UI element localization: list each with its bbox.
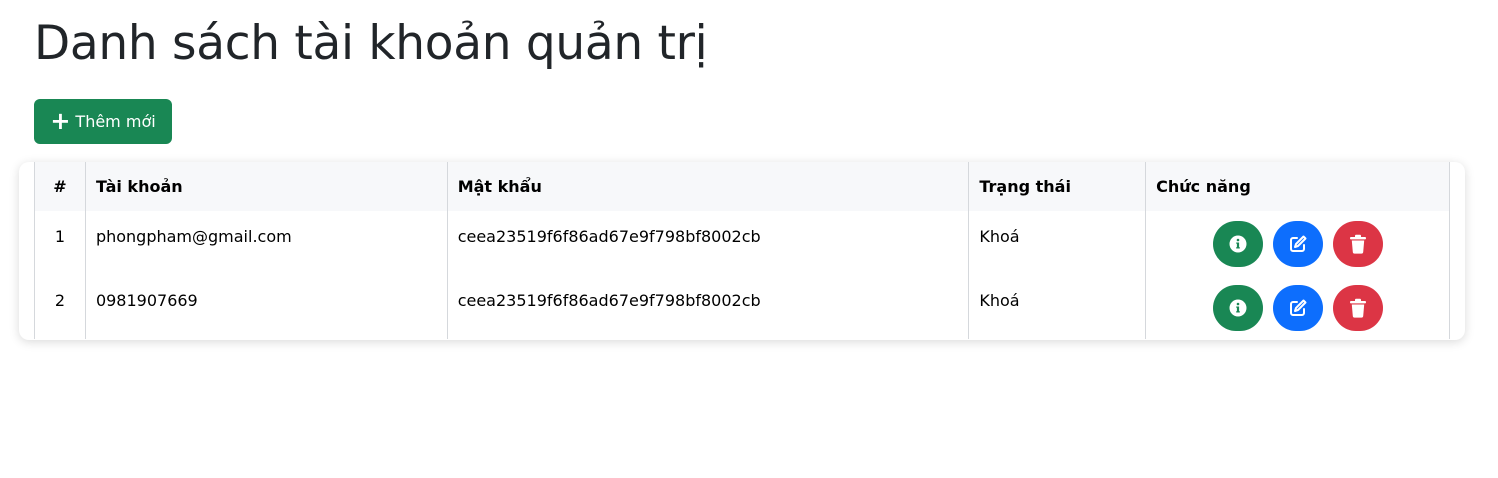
column-header-account: Tài khoản — [84, 162, 448, 211]
page-title: Danh sách tài khoản quản trị — [34, 16, 708, 71]
delete-button[interactable] — [1332, 285, 1383, 331]
row-index: 1 — [34, 211, 86, 275]
info-button[interactable] — [1212, 221, 1263, 267]
column-header-actions: Chức năng — [1145, 162, 1450, 211]
row-account: 0981907669 — [84, 275, 448, 339]
accounts-table: # Tài khoản Mật khẩu Trạng thái Chức năn… — [34, 162, 1450, 339]
row-account: phongpham@gmail.com — [84, 211, 448, 275]
edit-button[interactable] — [1272, 285, 1323, 331]
edit-button[interactable] — [1272, 221, 1323, 267]
trash-icon — [1349, 298, 1366, 318]
row-status: Khoá — [968, 275, 1147, 339]
info-button[interactable] — [1212, 285, 1263, 331]
add-new-button[interactable]: + Thêm mới — [34, 99, 172, 144]
row-actions — [1145, 211, 1450, 275]
plus-icon: + — [50, 106, 71, 135]
edit-icon — [1289, 299, 1307, 316]
info-circle-icon — [1229, 299, 1247, 317]
accounts-card: # Tài khoản Mật khẩu Trạng thái Chức năn… — [19, 162, 1465, 340]
row-actions — [1145, 275, 1450, 339]
row-status: Khoá — [968, 211, 1147, 275]
table-row: 1 phongpham@gmail.com ceea23519f6f86ad67… — [34, 211, 1450, 275]
add-new-label: Thêm mới — [75, 112, 156, 131]
row-index: 2 — [34, 275, 86, 339]
trash-icon — [1349, 234, 1366, 254]
column-header-index: # — [34, 162, 86, 211]
table-row: 2 0981907669 ceea23519f6f86ad67e9f798bf8… — [34, 275, 1450, 339]
row-password: ceea23519f6f86ad67e9f798bf8002cb — [446, 211, 970, 275]
column-header-password: Mật khẩu — [446, 162, 970, 211]
column-header-status: Trạng thái — [968, 162, 1147, 211]
row-password: ceea23519f6f86ad67e9f798bf8002cb — [446, 275, 970, 339]
edit-icon — [1289, 235, 1307, 252]
info-circle-icon — [1229, 235, 1247, 253]
delete-button[interactable] — [1332, 221, 1383, 267]
table-header-row: # Tài khoản Mật khẩu Trạng thái Chức năn… — [34, 162, 1450, 211]
